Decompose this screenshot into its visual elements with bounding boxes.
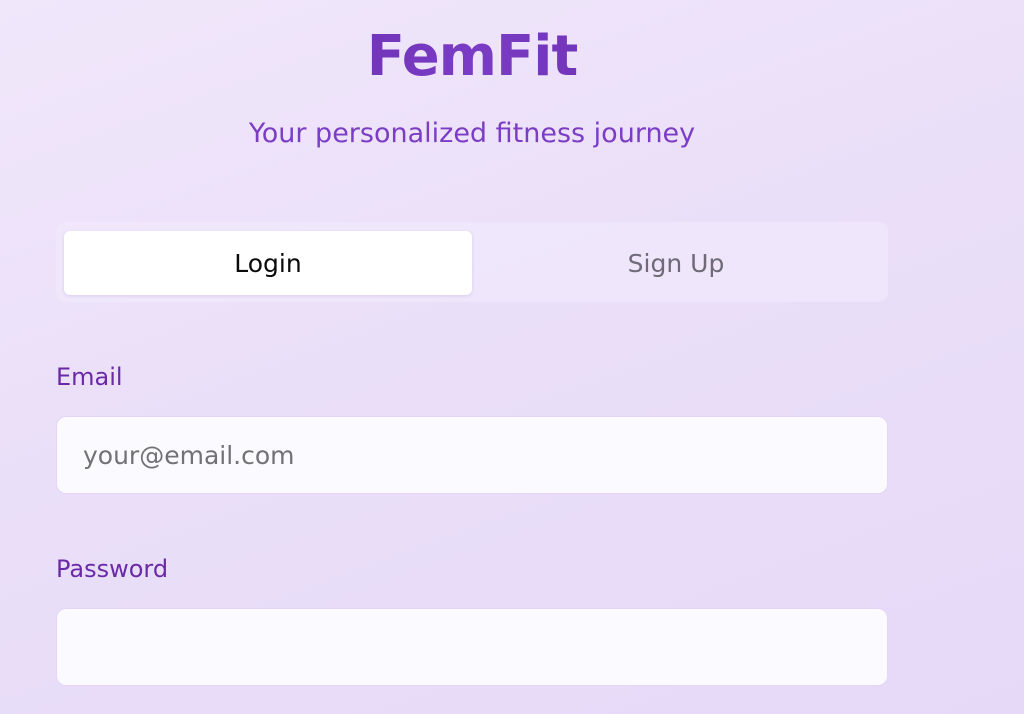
- email-field[interactable]: [56, 416, 888, 494]
- auth-tabs: Login Sign Up: [56, 222, 888, 302]
- tab-sign-up[interactable]: Sign Up: [472, 231, 880, 295]
- app-title: FemFit: [56, 24, 888, 90]
- password-label: Password: [56, 555, 169, 583]
- email-label: Email: [56, 363, 123, 391]
- tab-login[interactable]: Login: [64, 231, 472, 295]
- password-field[interactable]: [56, 608, 888, 686]
- app-subtitle: Your personalized fitness journey: [248, 118, 696, 149]
